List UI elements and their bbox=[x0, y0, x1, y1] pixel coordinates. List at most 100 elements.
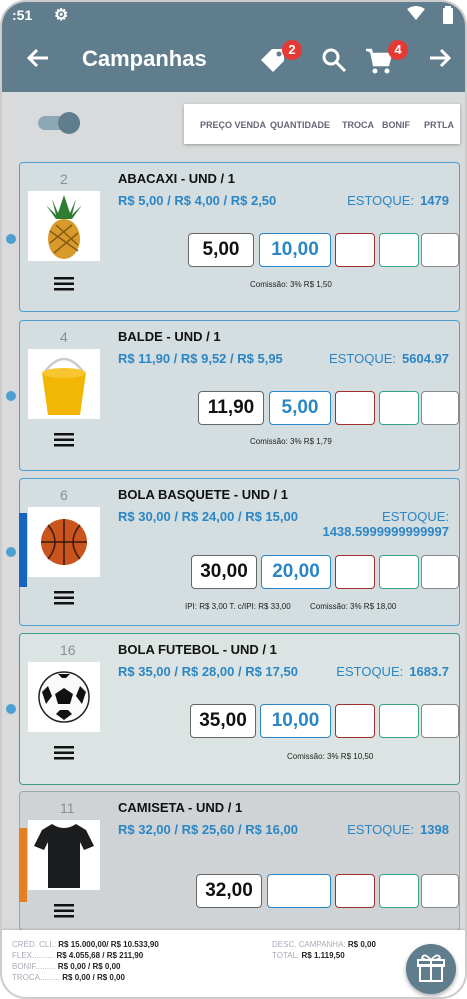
quantity-input[interactable]: 10,00 bbox=[259, 233, 331, 267]
ipi-text: IPI: R$ 3,00 T. c/IPI: R$ 33,00 bbox=[185, 602, 291, 611]
stock-label: ESTOQUE: bbox=[329, 351, 396, 366]
stock-label: ESTOQUE: bbox=[347, 822, 415, 837]
product-card[interactable]: 11 CAMISETA - UND / 1 R$ 32,00 / R$ 25,6… bbox=[19, 791, 460, 931]
view-toggle[interactable] bbox=[38, 112, 80, 134]
product-card[interactable]: 6 BOLA BASQUETE - UND / 1 R$ 30,00 / R$ … bbox=[19, 478, 460, 626]
discount-value: R$ 0,00 bbox=[347, 940, 376, 949]
product-code: 16 bbox=[60, 642, 76, 658]
troca-label: TROCA......... bbox=[12, 973, 61, 982]
troca-input[interactable] bbox=[335, 233, 375, 267]
price-input[interactable]: 30,00 bbox=[191, 555, 257, 589]
product-stock: ESTOQUE: 1398 bbox=[347, 822, 449, 837]
cart-count-badge: 4 bbox=[388, 40, 408, 60]
header-preco-venda[interactable]: PREÇO VENDA bbox=[200, 120, 266, 130]
bucket-image bbox=[28, 349, 100, 419]
product-name: BOLA BASQUETE - UND / 1 bbox=[118, 487, 288, 502]
product-prices: R$ 30,00 / R$ 24,00 / R$ 15,00 bbox=[118, 509, 298, 524]
page-title: Campanhas bbox=[82, 46, 207, 71]
gift-button[interactable] bbox=[406, 944, 456, 994]
settings-gear-icon: ⚙ bbox=[54, 7, 69, 24]
stock-label: ESTOQUE: bbox=[336, 664, 404, 679]
back-arrow-icon[interactable] bbox=[24, 44, 52, 72]
troca-input[interactable] bbox=[335, 391, 375, 425]
product-stock: ESTOQUE: 1438.5999999999997 bbox=[299, 509, 449, 539]
status-sidebar bbox=[19, 828, 27, 902]
selection-dot bbox=[6, 547, 16, 557]
header-quantidade[interactable]: QUANTIDADE bbox=[270, 120, 330, 130]
tag-count-badge: 2 bbox=[282, 40, 302, 60]
product-stock: ESTOQUE: 1683.7 bbox=[336, 664, 449, 679]
product-prices: R$ 5,00 / R$ 4,00 / R$ 2,50 bbox=[118, 193, 277, 208]
product-card[interactable]: 4 BALDE - UND / 1 R$ 11,90 / R$ 9,52 / R… bbox=[19, 320, 460, 471]
gift-icon bbox=[417, 954, 445, 982]
menu-icon[interactable] bbox=[54, 746, 74, 760]
product-name: BOLA FUTEBOL - UND / 1 bbox=[118, 642, 277, 657]
header-prtla[interactable]: PRTLA bbox=[424, 120, 454, 130]
product-card[interactable]: 16 BOLA FUTEBOL - UND / 1 R$ 35,00 / R$ … bbox=[19, 633, 460, 785]
total-label: TOTAL: bbox=[272, 951, 300, 960]
product-code: 4 bbox=[60, 329, 68, 345]
troca-input[interactable] bbox=[335, 555, 375, 589]
troca-value: R$ 0,00 / R$ 0,00 bbox=[62, 973, 125, 982]
commission-text: Comissão: 3% R$ 10,50 bbox=[287, 752, 374, 761]
commission-text: Comissão: 3% R$ 1,50 bbox=[250, 280, 332, 289]
quantity-input[interactable]: 10,00 bbox=[260, 704, 331, 738]
forward-arrow-icon[interactable] bbox=[426, 44, 454, 72]
prtla-input[interactable] bbox=[421, 874, 459, 908]
price-input[interactable]: 11,90 bbox=[198, 391, 264, 425]
stock-label: ESTOQUE: bbox=[347, 193, 415, 208]
stock-value: 1398 bbox=[420, 822, 449, 837]
product-name: CAMISETA - UND / 1 bbox=[118, 800, 243, 815]
total-row: TOTAL: R$ 1.119,50 bbox=[272, 951, 345, 960]
menu-icon[interactable] bbox=[54, 904, 74, 918]
price-input[interactable]: 5,00 bbox=[188, 233, 254, 267]
menu-icon[interactable] bbox=[54, 277, 74, 291]
battery-icon bbox=[443, 6, 453, 24]
price-input[interactable]: 35,00 bbox=[190, 704, 256, 738]
prtla-input[interactable] bbox=[421, 233, 459, 267]
prtla-input[interactable] bbox=[421, 391, 459, 425]
status-time: :51 bbox=[12, 7, 33, 23]
header-bonif[interactable]: BONIF bbox=[382, 120, 410, 130]
bonif-input[interactable] bbox=[379, 391, 419, 425]
product-name: ABACAXI - UND / 1 bbox=[118, 171, 236, 186]
troca-input[interactable] bbox=[335, 704, 375, 738]
stock-value: 5604.97 bbox=[402, 351, 449, 366]
quantity-input[interactable] bbox=[267, 874, 331, 908]
status-bar: :51 ⚙ bbox=[2, 2, 465, 28]
quantity-input[interactable]: 5,00 bbox=[269, 391, 331, 425]
pineapple-image bbox=[28, 191, 100, 261]
soccer-ball-image bbox=[28, 662, 100, 732]
selection-dot bbox=[6, 234, 16, 244]
toggle-knob bbox=[58, 112, 80, 134]
selection-dot bbox=[6, 704, 16, 714]
header-troca[interactable]: TROCA bbox=[342, 120, 374, 130]
bonif-input[interactable] bbox=[379, 874, 419, 908]
prtla-input[interactable] bbox=[421, 704, 459, 738]
prtla-input[interactable] bbox=[421, 555, 459, 589]
selection-dot bbox=[6, 391, 16, 401]
quantity-input[interactable]: 20,00 bbox=[261, 555, 331, 589]
stock-value: 1438.5999999999997 bbox=[322, 524, 449, 539]
bonif-row: BONIF......... R$ 0,00 / R$ 0,00 bbox=[12, 962, 121, 971]
discount-row: DESC. CAMPANHA: R$ 0,00 bbox=[272, 940, 376, 949]
price-input[interactable]: 32,00 bbox=[196, 874, 262, 908]
stock-value: 1683.7 bbox=[409, 664, 449, 679]
bonif-label: BONIF......... bbox=[12, 962, 56, 971]
credit-value: R$ 15.000,00/ R$ 10.533,90 bbox=[58, 940, 159, 949]
tshirt-image bbox=[28, 820, 100, 890]
product-stock: ESTOQUE: 5604.97 bbox=[329, 351, 449, 366]
stock-label: ESTOQUE: bbox=[382, 509, 449, 524]
credit-row: CRÉD. CLI.: R$ 15.000,00/ R$ 10.533,90 bbox=[12, 940, 159, 949]
menu-icon[interactable] bbox=[54, 591, 74, 605]
bonif-value: R$ 0,00 / R$ 0,00 bbox=[57, 962, 121, 971]
menu-icon[interactable] bbox=[54, 433, 74, 447]
product-prices: R$ 32,00 / R$ 25,60 / R$ 16,00 bbox=[118, 822, 298, 837]
product-card[interactable]: 2 ABACAXI - UND / 1 R$ 5,00 / R$ 4,00 / … bbox=[19, 162, 460, 312]
troca-input[interactable] bbox=[335, 874, 375, 908]
bonif-input[interactable] bbox=[379, 233, 419, 267]
bonif-input[interactable] bbox=[379, 555, 419, 589]
search-icon[interactable] bbox=[320, 46, 348, 74]
flex-label: FLEX.......... bbox=[12, 951, 55, 960]
bonif-input[interactable] bbox=[379, 704, 419, 738]
